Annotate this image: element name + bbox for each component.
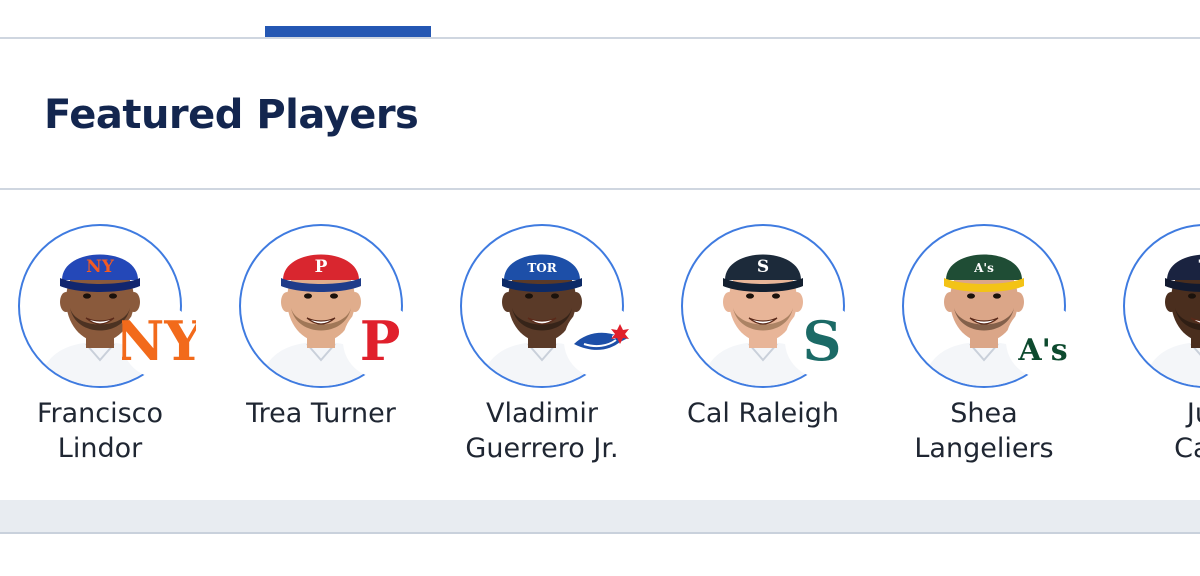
phillies-logo-icon: P: [343, 304, 417, 378]
player-name-line: Francisco: [36, 398, 164, 429]
player-name[interactable]: Cal Raleigh: [663, 396, 863, 431]
player-card-trea-turner[interactable]: P P Trea Turner: [221, 190, 441, 500]
player-card-partial[interactable]: T Jur Cam: [1105, 190, 1200, 500]
player-card-francisco-lindor[interactable]: NY NY Francisco Lindor: [0, 190, 220, 500]
player-name-line: Cal Raleigh: [686, 398, 840, 429]
mets-logo-icon: NY: [122, 304, 196, 378]
player-name-line: Langeliers: [914, 433, 1054, 464]
svg-text:S: S: [757, 257, 769, 277]
active-tab-indicator: [265, 26, 431, 37]
svg-text:P: P: [315, 257, 328, 277]
svg-text:A's: A's: [973, 261, 994, 275]
athletics-logo-icon: A's: [1006, 304, 1080, 378]
svg-text:TOR: TOR: [527, 261, 557, 275]
player-headshot[interactable]: T: [1123, 224, 1200, 388]
player-card-cal-raleigh[interactable]: S S Cal Raleigh: [663, 190, 883, 500]
header-divider: [0, 37, 1200, 39]
svg-text:NY: NY: [86, 257, 115, 277]
svg-text:A's: A's: [1017, 333, 1067, 368]
player-name[interactable]: Trea Turner: [221, 396, 421, 431]
player-name[interactable]: Shea Langeliers: [884, 396, 1084, 466]
player-card-shea-langeliers[interactable]: A's A's Shea Langeliers: [884, 190, 1104, 500]
featured-players-carousel[interactable]: NY NY Francisco Lindor P P Trea Turner T…: [0, 190, 1200, 500]
mariners-logo-icon: S: [785, 304, 859, 378]
footer-divider: [0, 532, 1200, 534]
player-name-line: Lindor: [57, 433, 143, 464]
player-name-line: Jur: [1186, 398, 1200, 429]
player-name[interactable]: Francisco Lindor: [0, 396, 200, 466]
player-name[interactable]: Vladimir Guerrero Jr.: [442, 396, 642, 466]
player-name-line: Cam: [1174, 433, 1200, 464]
player-name-line: Vladimir: [485, 398, 599, 429]
svg-text:P: P: [360, 309, 401, 373]
player-name-line: Shea: [950, 398, 1018, 429]
blue-jays-logo-icon: [564, 304, 638, 378]
player-name[interactable]: Jur Cam: [1105, 396, 1200, 466]
player-name-line: Trea Turner: [246, 398, 396, 429]
svg-text:NY: NY: [122, 309, 196, 373]
player-name-line: Guerrero Jr.: [465, 433, 619, 464]
player-card-vladimir-guerrero-jr[interactable]: TOR Vladimir Guerrero Jr.: [442, 190, 662, 500]
footer-band: [0, 500, 1200, 532]
svg-text:S: S: [803, 309, 842, 373]
section-title: Featured Players: [44, 92, 419, 138]
